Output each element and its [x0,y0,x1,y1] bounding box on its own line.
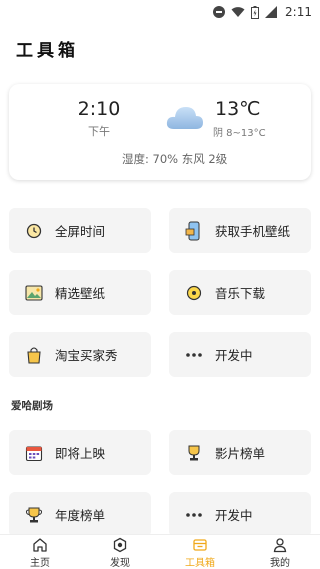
trophy-icon [183,442,205,464]
nav-label: 工具箱 [185,558,215,569]
tool-label: 年度榜单 [55,508,106,523]
tool-label: 音乐下载 [215,286,266,301]
more-dots-icon [183,504,205,526]
temperature: 13℃ [215,98,261,120]
tool-label: 获取手机壁纸 [215,224,291,239]
theater-movie-ranking[interactable]: 影片榜单 [169,430,311,475]
battery-icon [251,5,260,19]
discover-icon [113,537,127,553]
tool-featured-wallpaper[interactable]: 精选壁纸 [9,270,151,315]
nav-label: 主页 [30,558,50,569]
cloud-icon [166,107,203,129]
phone-wallpaper-icon [183,220,205,242]
tool-get-wallpaper[interactable]: 获取手机壁纸 [169,208,311,253]
tool-label: 开发中 [215,348,253,363]
nav-discover[interactable]: 发现 [80,535,160,569]
theater-annual-ranking[interactable]: 年度榜单 [9,492,151,537]
more-dots-icon [183,344,205,366]
status-bar: 2:11 [0,0,320,24]
toolbox-icon [193,539,207,551]
tool-in-development[interactable]: 开发中 [169,332,311,377]
tool-label: 精选壁纸 [55,286,106,301]
home-icon [33,538,47,552]
tool-label: 影片榜单 [215,446,266,461]
cup-icon [23,504,45,526]
wifi-icon [231,7,245,17]
status-time: 2:11 [285,5,312,19]
calendar-icon [23,442,45,464]
tool-music-download[interactable]: 音乐下载 [169,270,311,315]
profile-icon [273,538,287,553]
nav-home[interactable]: 主页 [0,535,80,569]
clock-time: 2:10 [77,98,121,120]
section-title: 爱哈剧场 [11,400,53,412]
theater-in-development[interactable]: 开发中 [169,492,311,537]
theater-upcoming[interactable]: 即将上映 [9,430,151,475]
image-icon [23,282,45,304]
clock-icon [23,220,45,242]
nav-label: 发现 [110,558,130,569]
do-not-disturb-icon [213,6,226,18]
tool-label: 开发中 [215,508,253,523]
nav-label: 我的 [270,558,290,569]
clock-period: 下午 [88,125,110,138]
signal-icon [265,6,278,18]
tool-taobao-show[interactable]: 淘宝买家秀 [9,332,151,377]
nav-profile[interactable]: 我的 [240,535,320,569]
tool-fullscreen-time[interactable]: 全屏时间 [9,208,151,253]
nav-toolbox[interactable]: 工具箱 [160,535,240,569]
tool-label: 全屏时间 [55,224,106,239]
weather-card[interactable]: 2:10 下午 13℃ 阴 8~13°C 湿度: 70% 东风 2级 [9,84,311,180]
temperature-range: 阴 8~13°C [213,128,266,139]
tool-label: 淘宝买家秀 [55,348,118,363]
tool-label: 即将上映 [55,446,106,461]
bottom-nav: 主页 发现 工具箱 我的 [0,534,320,569]
page-title: 工具箱 [16,41,79,61]
shopping-bag-icon [23,344,45,366]
humidity-wind: 湿度: 70% 东风 2级 [122,152,228,166]
music-disc-icon [183,282,205,304]
